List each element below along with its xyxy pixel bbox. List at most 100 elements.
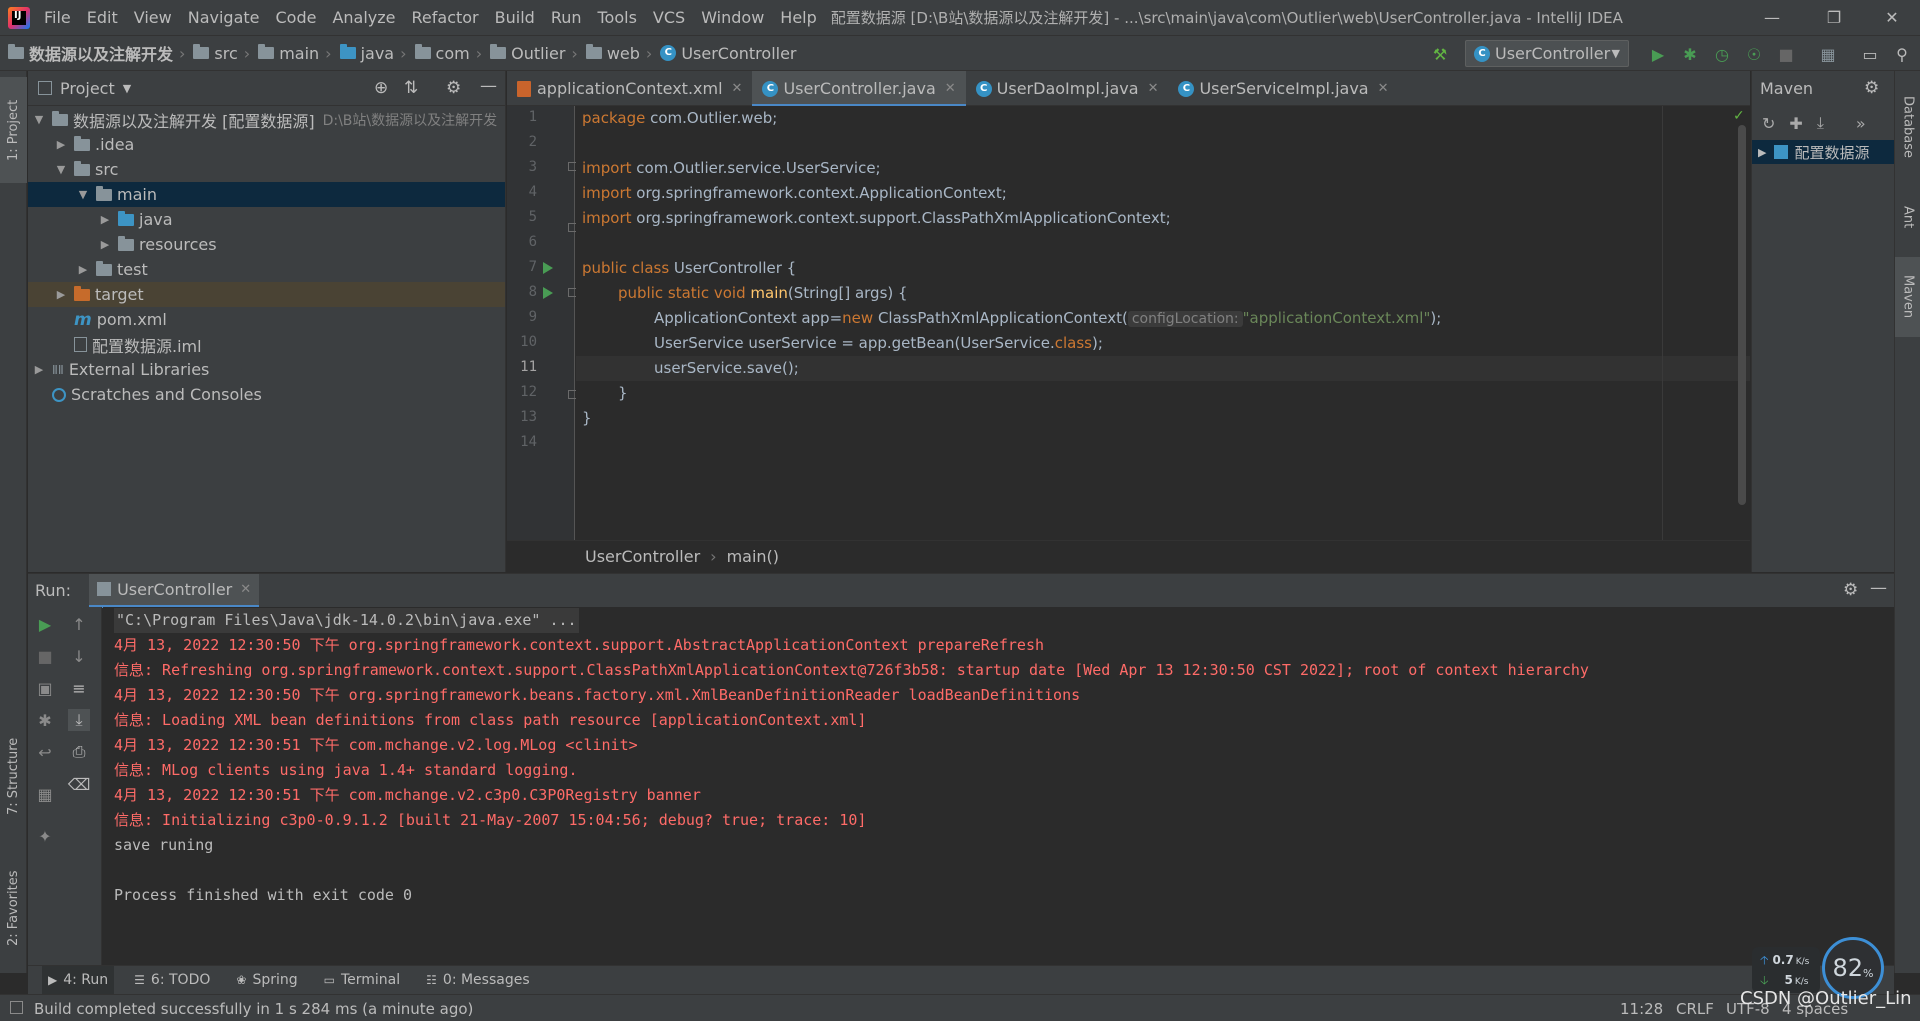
- breadcrumb-item[interactable]: src ›: [193, 44, 250, 63]
- hide-icon[interactable]: —: [480, 76, 497, 96]
- breadcrumb-item[interactable]: C UserController: [660, 44, 797, 63]
- tool-tab[interactable]: ☷ 0: Messages: [420, 966, 536, 995]
- gear-icon[interactable]: ⚙: [1864, 78, 1879, 98]
- tool-tab[interactable]: ❀ Spring: [230, 966, 303, 995]
- tool-tab[interactable]: ▭ Terminal: [318, 966, 407, 995]
- layout-icon[interactable]: ▦: [34, 783, 56, 805]
- tab-maven[interactable]: Maven: [1895, 257, 1920, 337]
- breadcrumb-item[interactable]: 数据源以及注解开发 ›: [8, 41, 185, 65]
- restore-button[interactable]: ❐: [1806, 0, 1862, 35]
- caret-position[interactable]: 11:28: [1620, 1000, 1663, 1018]
- camera-icon[interactable]: ▣: [34, 677, 56, 699]
- run-tab[interactable]: UserController ✕: [89, 573, 260, 608]
- tree-item[interactable]: ▶ test: [28, 257, 505, 282]
- debug-icon[interactable]: ✱: [1680, 44, 1700, 64]
- tab-database[interactable]: Database: [1895, 77, 1920, 177]
- gear-icon[interactable]: ⚙: [446, 78, 461, 98]
- maven-project-item[interactable]: ▶ 配置数据源: [1752, 140, 1894, 164]
- minimize-button[interactable]: —: [1744, 0, 1800, 35]
- menu-item-navigate[interactable]: Navigate: [180, 0, 268, 35]
- project-panel-title[interactable]: Project: [60, 79, 115, 98]
- reload-icon[interactable]: ↻: [1762, 114, 1775, 133]
- debug-icon[interactable]: ✱: [34, 709, 56, 731]
- tab-structure[interactable]: 7: Structure: [0, 721, 27, 831]
- stop-icon[interactable]: ■: [1776, 44, 1796, 64]
- down-arrow-icon[interactable]: ↓: [68, 645, 90, 667]
- coverage-icon[interactable]: ◷: [1712, 44, 1732, 64]
- tree-item[interactable]: ▶ resources: [28, 232, 505, 257]
- up-arrow-icon[interactable]: ↑: [68, 613, 90, 635]
- scroll-to-end-icon[interactable]: ⤓: [68, 709, 90, 731]
- menu-item-edit[interactable]: Edit: [79, 0, 126, 35]
- tree-item[interactable]: ▶ java: [28, 207, 505, 232]
- add-project-icon[interactable]: ✚: [1789, 114, 1802, 133]
- breadcrumb-item[interactable]: main ›: [258, 44, 332, 63]
- gear-icon[interactable]: ⚙: [1843, 580, 1858, 600]
- breadcrumb-item[interactable]: java ›: [339, 44, 407, 63]
- chevron-right-icon[interactable]: ▶: [98, 213, 112, 226]
- pin-icon[interactable]: ✦: [34, 825, 56, 847]
- search-icon[interactable]: ⚲: [1892, 44, 1912, 64]
- tree-item[interactable]: ▼ main: [28, 182, 505, 207]
- editor-crumb-method[interactable]: main(): [727, 547, 779, 566]
- tree-item[interactable]: Scratches and Consoles: [28, 382, 505, 407]
- editor-scrollbar[interactable]: [1738, 125, 1746, 505]
- editor-tab[interactable]: C UserController.java ✕: [752, 71, 966, 107]
- menu-item-refactor[interactable]: Refactor: [404, 0, 487, 35]
- chevron-down-icon[interactable]: ▼: [54, 163, 68, 176]
- close-icon[interactable]: ✕: [240, 582, 251, 597]
- menu-item-view[interactable]: View: [126, 0, 180, 35]
- close-icon[interactable]: ✕: [1148, 81, 1159, 96]
- editor-tab[interactable]: C UserDaoImpl.java ✕: [966, 71, 1169, 106]
- menu-item-build[interactable]: Build: [487, 0, 543, 35]
- menu-item-vcs[interactable]: VCS: [645, 0, 693, 35]
- close-icon[interactable]: ✕: [1378, 81, 1389, 96]
- menu-item-run[interactable]: Run: [543, 0, 590, 35]
- tab-favorites[interactable]: 2: Favorites: [0, 853, 27, 963]
- chevron-right-icon[interactable]: ▶: [76, 263, 90, 276]
- soft-wrap-icon[interactable]: ≡: [68, 677, 90, 699]
- tree-item[interactable]: ▶ ⅡⅡ External Libraries: [28, 357, 505, 382]
- tree-item[interactable]: ▼ 数据源以及注解开发 [配置数据源] D:\B站\数据源以及注解开发: [28, 107, 505, 132]
- menu-item-file[interactable]: File: [36, 0, 79, 35]
- status-toggle-icon[interactable]: [10, 1001, 23, 1014]
- status-message[interactable]: Build completed successfully in 1 s 284 …: [34, 1000, 473, 1018]
- line-separator[interactable]: CRLF: [1676, 1000, 1714, 1018]
- close-icon[interactable]: ✕: [945, 81, 956, 96]
- tree-item[interactable]: ▶ .idea: [28, 132, 505, 157]
- breadcrumb-item[interactable]: web ›: [585, 44, 652, 63]
- tree-item[interactable]: ▶ target: [28, 282, 505, 307]
- stop-icon[interactable]: ■: [34, 645, 56, 667]
- tree-item[interactable]: m pom.xml: [28, 307, 505, 332]
- chevron-down-icon[interactable]: ▼: [32, 113, 46, 126]
- layout-icon[interactable]: ▭: [1860, 44, 1880, 64]
- tool-tab[interactable]: ▶ 4: Run: [42, 965, 115, 995]
- run-icon[interactable]: ▶: [1648, 44, 1668, 64]
- more-icon[interactable]: »: [1856, 114, 1866, 133]
- code-editor[interactable]: package com.Outlier.web; import com.Outl…: [576, 106, 1750, 540]
- menu-item-code[interactable]: Code: [268, 0, 325, 35]
- profile-icon[interactable]: ☉: [1744, 44, 1764, 64]
- run-main-icon[interactable]: [543, 287, 553, 299]
- print-icon[interactable]: ⎙: [68, 741, 90, 763]
- build-hammer-icon[interactable]: ⚒: [1430, 44, 1450, 64]
- tool-tab[interactable]: ☰ 6: TODO: [128, 966, 216, 995]
- inspection-ok-icon[interactable]: ✓: [1733, 108, 1745, 124]
- tab-ant[interactable]: Ant: [1895, 187, 1920, 247]
- breadcrumb-item[interactable]: com ›: [414, 44, 482, 63]
- exit-icon[interactable]: ↩: [34, 741, 56, 763]
- trash-icon[interactable]: ⌫: [68, 773, 91, 795]
- chevron-down-icon[interactable]: ▼: [76, 188, 90, 201]
- download-icon[interactable]: ⤓: [1817, 113, 1824, 133]
- chevron-right-icon[interactable]: ▶: [98, 238, 112, 251]
- menu-item-analyze[interactable]: Analyze: [324, 0, 403, 35]
- close-icon[interactable]: ✕: [732, 81, 743, 96]
- project-structure-icon[interactable]: ▦: [1818, 44, 1838, 64]
- editor-tab[interactable]: C UserServiceImpl.java ✕: [1168, 71, 1398, 106]
- editor-crumb-class[interactable]: UserController: [585, 547, 700, 566]
- run-configuration-select[interactable]: C UserController ▼: [1465, 40, 1629, 67]
- breadcrumb-item[interactable]: Outlier ›: [490, 44, 578, 63]
- menu-item-tools[interactable]: Tools: [590, 0, 645, 35]
- tree-item[interactable]: ▼ src: [28, 157, 505, 182]
- rerun-icon[interactable]: ▶: [34, 613, 56, 635]
